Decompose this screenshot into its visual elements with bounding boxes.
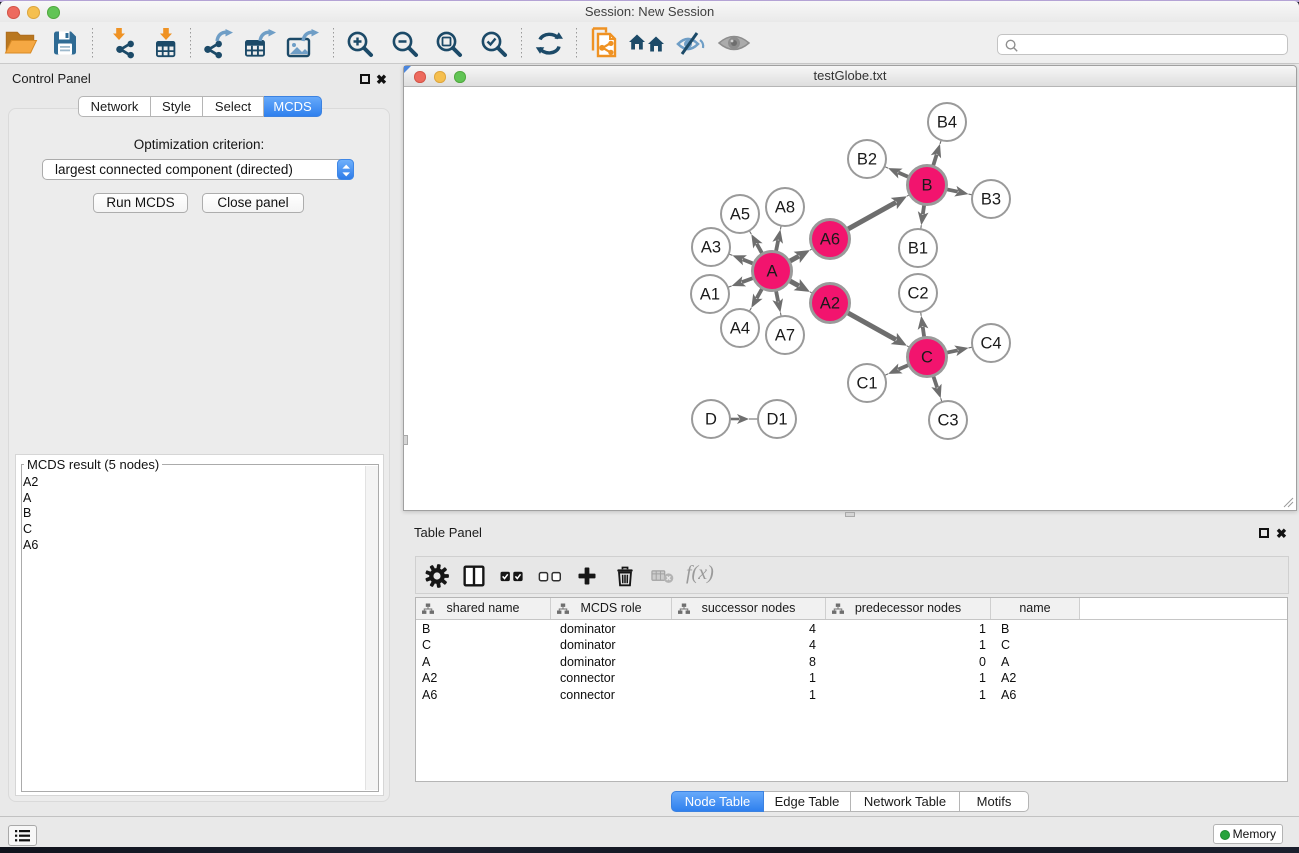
svg-text:A4: A4: [730, 320, 750, 338]
svg-text:A8: A8: [775, 199, 795, 217]
svg-text:A1: A1: [700, 286, 720, 304]
svg-text:A5: A5: [730, 206, 750, 224]
svg-text:D: D: [705, 411, 717, 429]
svg-text:A2: A2: [820, 295, 840, 313]
svg-text:A: A: [766, 263, 777, 281]
svg-text:A6: A6: [820, 231, 840, 249]
svg-text:C1: C1: [856, 375, 877, 393]
svg-text:B4: B4: [937, 114, 957, 132]
svg-text:B3: B3: [981, 191, 1001, 209]
svg-text:C4: C4: [980, 335, 1001, 353]
svg-text:B: B: [921, 177, 932, 195]
svg-text:C3: C3: [937, 412, 958, 430]
svg-text:B1: B1: [908, 240, 928, 258]
svg-text:B2: B2: [857, 151, 877, 169]
svg-text:A3: A3: [701, 239, 721, 257]
svg-text:A7: A7: [775, 327, 795, 345]
svg-text:C2: C2: [907, 285, 928, 303]
svg-text:C: C: [921, 349, 933, 367]
svg-text:D1: D1: [766, 411, 787, 429]
